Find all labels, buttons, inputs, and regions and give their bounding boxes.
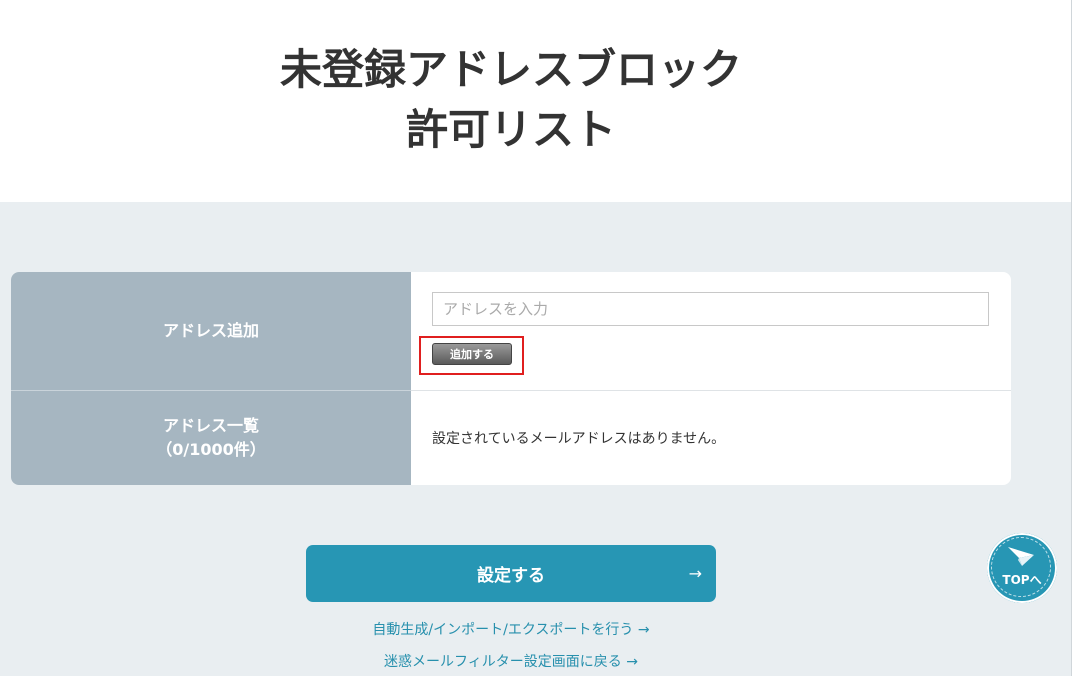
address-add-label: アドレス追加	[11, 272, 411, 391]
submit-settings-button[interactable]: 設定する →	[306, 545, 716, 602]
address-list-count: （0/1000件）	[156, 440, 266, 459]
page-title: 未登録アドレスブロック 許可リスト	[0, 40, 1022, 160]
empty-list-message: 設定されているメールアドレスはありません。	[432, 431, 726, 447]
address-add-label-text: アドレス追加	[162, 321, 259, 340]
back-to-filter-link[interactable]: 迷惑メールフィルター設定画面に戻る →	[0, 651, 1022, 671]
settings-panel: アドレス追加 追加する アドレス一覧 （0/1000件） 設定されているメールア…	[11, 272, 1011, 485]
address-add-row: アドレス追加 追加する	[11, 272, 1011, 391]
scroll-to-top-button[interactable]: TOPへ	[987, 533, 1057, 603]
auto-generate-link[interactable]: 自動生成/インポート/エクスポートを行う →	[0, 619, 1022, 639]
add-address-button[interactable]: 追加する	[432, 343, 512, 365]
paper-plane-icon	[1008, 547, 1034, 566]
top-button-label: TOPへ	[1002, 573, 1042, 587]
page-header: 未登録アドレスブロック 許可リスト	[0, 0, 1072, 202]
submit-button-label: 設定する	[477, 566, 545, 586]
arrow-right-icon: →	[688, 564, 702, 583]
address-list-label-text: アドレス一覧	[162, 416, 259, 435]
address-list-label: アドレス一覧 （0/1000件）	[11, 391, 411, 485]
page-title-line2: 許可リスト	[405, 105, 616, 154]
address-list-row: アドレス一覧 （0/1000件） 設定されているメールアドレスはありません。	[11, 391, 1011, 485]
address-input[interactable]	[432, 292, 989, 326]
address-list-content: 設定されているメールアドレスはありません。	[411, 391, 1011, 485]
page-title-line1: 未登録アドレスブロック	[279, 45, 742, 94]
address-add-content: 追加する	[411, 272, 1011, 390]
